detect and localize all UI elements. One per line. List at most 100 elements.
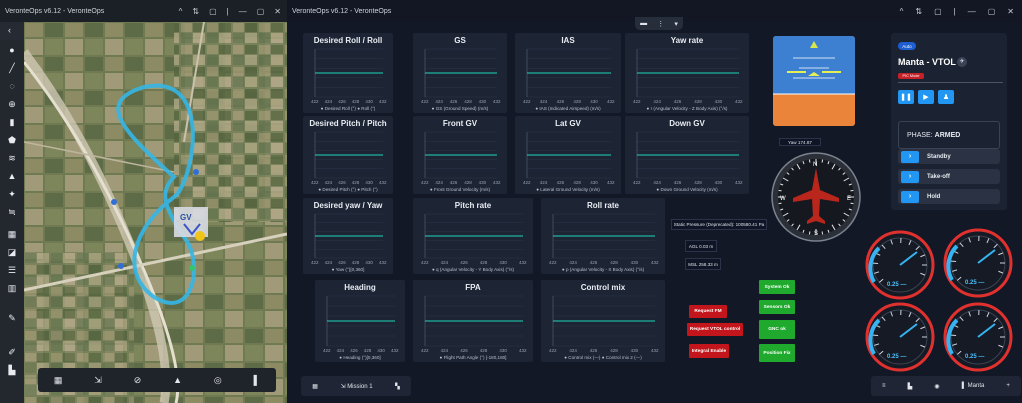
plot-desired-yaw[interactable]: Desired yaw / Yaw 422 424 426 428 430 432 ● Y… (303, 198, 393, 274)
pencil-icon[interactable]: ✎ (6, 312, 18, 324)
close-icon[interactable]: ✕ (1007, 7, 1014, 16)
block-icon[interactable]: ⊘ (134, 375, 142, 386)
standby-button[interactable]: › Standby (898, 149, 1000, 164)
table-icon[interactable]: ▦ (312, 383, 318, 390)
play-button[interactable]: ▶ (918, 90, 934, 104)
minimize-icon[interactable]: — (968, 7, 976, 16)
take-off-button[interactable]: › Take-off (898, 169, 1000, 184)
vehicle-settings-icon[interactable]: ✈ (957, 57, 967, 67)
position-fix-indicator: Position Fix (759, 344, 795, 362)
bin-icon[interactable]: ▙ (6, 364, 18, 376)
phase-label: PHASE: (907, 131, 933, 139)
upload-icon[interactable]: ▲ (173, 375, 182, 385)
table-icon[interactable]: ▦ (54, 375, 63, 386)
request-fm-button[interactable]: Request FM (689, 305, 727, 318)
plot-legend: ● q (Angular Velocity - Y Body Axis) (°/… (431, 267, 515, 272)
pause-button[interactable]: ❚❚ (898, 90, 914, 104)
compass-graphic: N E S W (771, 152, 861, 242)
more-icon[interactable]: ⋮ (657, 20, 664, 28)
plot-legend: ● Flight Path Angle (°) [-180,180] (439, 355, 507, 360)
maximize-icon[interactable]: ▢ (257, 7, 265, 16)
grid-icon[interactable]: ▦ (6, 228, 18, 240)
x-tick-label: 422 (633, 180, 641, 185)
x-tick-label: 432 (519, 260, 527, 265)
plot-fpa[interactable]: FPA 422 424 426 428 430 432 ● Flight Path Ang… (413, 280, 533, 362)
close-icon[interactable]: ✕ (274, 7, 281, 16)
panel-icon[interactable]: ▌ (254, 375, 260, 385)
minimize-icon[interactable]: — (239, 7, 247, 16)
plot-legend: ● Heading (°)[0,360] (339, 355, 381, 360)
ruler-icon[interactable]: ╱ (6, 62, 18, 74)
plot-front-gv[interactable]: Front GV 422 424 426 428 430 432 ● Front Grou… (413, 116, 507, 194)
x-tick-label: 428 (464, 180, 472, 185)
plot-heading[interactable]: Heading 422 424 426 428 430 432 ● Heading (°)… (315, 280, 405, 362)
maximize-icon[interactable]: ▢ (988, 7, 996, 16)
integral-enable-button[interactable]: Integral Enable (689, 344, 729, 358)
plot-lat-gv[interactable]: Lat GV 422 424 426 428 430 432 ● Lateral Grou… (515, 116, 621, 194)
edit-icon[interactable]: ◪ (6, 246, 18, 258)
plot-desired-pitch[interactable]: Desired Pitch / Pitch 422 424 426 428 430 432… (303, 116, 393, 194)
plot-ias[interactable]: IAS 422 424 426 428 430 432 ● IAS (Indicated … (515, 33, 621, 113)
map-canvas: GV (24, 22, 287, 403)
back-icon[interactable]: ‹ (8, 25, 11, 35)
x-tick-label: 430 (479, 180, 487, 185)
map-tools-sidebar: ● ╱ ◌ ⊕ ▮ ⬟ ≋ ▲ ✦ ≒ ▦ ◪ ☰ ▥ ✎ ✐ ▙ (0, 40, 24, 403)
plot-roll-rate[interactable]: Roll rate 422 424 426 428 430 432 ● p (Angula… (541, 198, 665, 274)
visibility-icon[interactable]: ◎ (214, 375, 222, 386)
pen-icon[interactable]: ✐ (6, 346, 18, 358)
map-window-controls: ^ ⇅ ▢ | — ▢ ✕ (179, 0, 281, 22)
plot-down-gv[interactable]: Down GV 422 424 426 428 430 432 ● Down Ground… (625, 116, 749, 194)
globe-icon[interactable]: ⊕ (6, 98, 18, 110)
chevron-down-icon[interactable]: ▾ (674, 20, 678, 28)
main-window: VeronteOps v6.12 - VeronteOps ^ ⇅ ▢ | — … (287, 0, 1022, 403)
gauge-value: 0.25 — (965, 280, 985, 286)
x-tick-label: 422 (421, 348, 429, 353)
warning-icon[interactable]: ▲ (6, 170, 18, 182)
route-icon[interactable]: ≒ (6, 206, 18, 218)
x-tick-label: 426 (590, 348, 598, 353)
compass-tick (808, 159, 811, 163)
x-tick-label: 426 (460, 348, 468, 353)
popout-icon[interactable]: ▢ (934, 7, 942, 16)
visibility-icon[interactable]: ◉ (934, 383, 939, 390)
popout-icon[interactable]: ▢ (209, 7, 217, 16)
x-tick-label: 432 (735, 99, 743, 104)
phase-value: ARMED (934, 131, 961, 139)
collapse-icon[interactable]: ^ (900, 7, 904, 16)
satellite-map[interactable]: GV (24, 22, 287, 403)
collapse-icon[interactable]: ^ (179, 7, 183, 16)
pin-icon[interactable]: ✦ (6, 188, 18, 200)
plot-yaw-rate[interactable]: Yaw rate 422 424 426 428 430 432 ● r (Angular… (625, 33, 749, 113)
hold-button[interactable]: › Hold (898, 189, 1000, 204)
x-tick-label: 424 (435, 180, 443, 185)
layers-icon[interactable]: ≋ (6, 152, 18, 164)
panel-toggle-icon[interactable]: ▬ (640, 20, 647, 27)
plot-gs[interactable]: GS 422 424 426 428 430 432 ● GS (Ground Speed… (413, 33, 507, 113)
shape-icon[interactable]: ⬟ (6, 134, 18, 146)
plot-desired-roll[interactable]: Desired Roll / Roll 422 424 426 428 430 432 ●… (303, 33, 393, 113)
pilot-button[interactable]: ♟ (938, 90, 954, 104)
map-bottom-toolbar: ▦ ⇲ ⊘ ▲ ◎ ▌ (38, 368, 276, 392)
x-tick-label: 422 (523, 99, 531, 104)
mission-selector[interactable]: ⇲ Mission 1 (340, 383, 372, 390)
plot-pitch-rate[interactable]: Pitch rate 422 424 426 428 430 432 ● q (Angul… (413, 198, 533, 274)
request-vtol-control-button[interactable]: Request VTOL control (687, 323, 743, 336)
lasso-icon[interactable]: ◌ (6, 80, 18, 92)
compass-tick (821, 159, 824, 163)
trash-icon[interactable]: ▥ (6, 282, 18, 294)
location-pin-icon[interactable]: ● (6, 44, 18, 56)
settings-icon[interactable]: ≡ (882, 383, 886, 389)
pin-window-icon[interactable]: ⇅ (192, 7, 199, 16)
vehicle-icon[interactable]: ▚ (395, 383, 400, 390)
pin-window-icon[interactable]: ⇅ (915, 7, 922, 16)
x-tick-label: 426 (450, 99, 458, 104)
plot-control-mix[interactable]: Control mix 422 424 426 428 430 432 ● Control… (541, 280, 665, 362)
vehicle-selector[interactable]: ▌ Manta (962, 383, 985, 389)
lock-icon[interactable]: ▙ (908, 383, 913, 390)
list-icon[interactable]: ☰ (6, 264, 18, 276)
vehicle-name: Manta - VTOL (898, 57, 956, 67)
add-icon[interactable]: + (1006, 383, 1010, 389)
phase-box: PHASE: ARMED (898, 121, 1000, 149)
route-edit-icon[interactable]: ⇲ (94, 375, 102, 386)
phone-icon[interactable]: ▮ (6, 116, 18, 128)
